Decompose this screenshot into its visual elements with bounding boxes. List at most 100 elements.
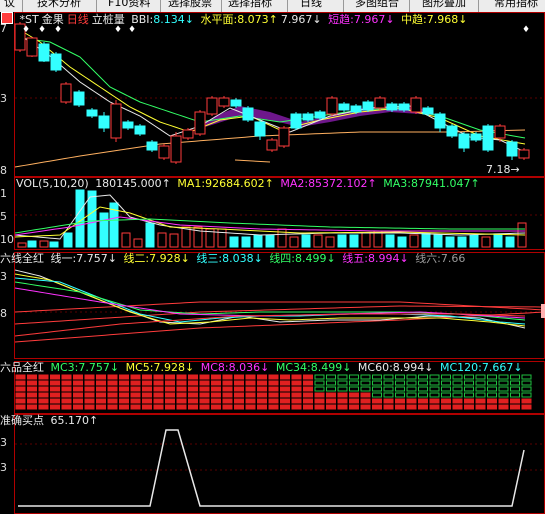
signal-cell — [372, 398, 382, 404]
signal-cell — [107, 392, 118, 398]
volume-bar — [133, 238, 143, 248]
signal-cell — [291, 392, 302, 398]
volume-bar — [49, 241, 59, 248]
signal-cell — [245, 404, 256, 410]
signal-cell — [395, 386, 405, 392]
signal-marker-icon: ♦ — [128, 25, 136, 35]
candle — [410, 97, 422, 113]
signal-cell — [38, 398, 49, 404]
candlestick-panel[interactable]: ♦ ♦ ♦ ♦ ♦ ♦ *ST 金果 日线 立桩量 BBI:8.134↓ 水平面:8.073↑ 7… — [0, 12, 545, 177]
signal-cell — [326, 398, 336, 404]
line5-value: 8.994↓ — [367, 252, 409, 265]
six-line-chart[interactable] — [0, 252, 545, 359]
y-axis-label: 5 — [0, 210, 7, 223]
volume-bar — [457, 236, 467, 248]
signal-cell — [498, 404, 509, 410]
toolbar-item-select-stock[interactable]: 选择股票 — [164, 0, 216, 10]
y-axis-label: 10 — [0, 233, 14, 246]
signal-cell — [107, 380, 118, 386]
short-trend-value: 7.967↓ — [353, 13, 395, 26]
signal-cell — [429, 392, 440, 398]
candle — [218, 97, 230, 107]
signal-cell — [130, 398, 141, 404]
volume-bar — [145, 222, 155, 248]
signal-cell — [268, 404, 279, 410]
volume-bar — [325, 236, 335, 248]
signal-cell — [119, 404, 129, 410]
signal-cell — [245, 380, 256, 386]
toolbar: 议 技术分析 F10资料 选择股票 选择指标 日线 多图组合 图形叠加 常用指标 — [0, 0, 545, 12]
toolbar-item-multi-chart[interactable]: 多图组合 — [351, 0, 403, 10]
signal-cell — [38, 380, 49, 386]
signal-cell — [418, 380, 428, 386]
signal-cell — [291, 374, 302, 380]
signal-cell — [245, 398, 256, 404]
toolbar-divider — [96, 0, 97, 12]
signal-cell — [360, 392, 371, 398]
signal-cell — [406, 386, 417, 392]
signal-cell — [406, 398, 417, 404]
signal-cell — [27, 404, 37, 410]
signal-cell — [441, 386, 451, 392]
signal-cell — [487, 398, 497, 404]
candle — [470, 133, 482, 141]
mc60-label: MC60: — [357, 361, 393, 374]
buy-signal-line — [18, 429, 525, 507]
signal-cell — [268, 398, 279, 404]
mc8-value: 8.036↓ — [228, 361, 270, 374]
candle — [122, 121, 134, 129]
six-line-panel[interactable]: 六线全红 线一:7.757↓ 线二:7.928↓ 线三:8.038↓ 线四:8.… — [0, 252, 545, 359]
signal-cell — [84, 386, 95, 392]
six-product-panel[interactable]: 六品全红 MC3:7.757↓ MC5:7.928↓ MC8:8.036↓ MC… — [0, 361, 545, 414]
signal-cell — [395, 392, 405, 398]
signal-cell — [222, 404, 233, 410]
candle — [60, 83, 72, 103]
signal-cell — [360, 386, 371, 392]
signal-cell — [349, 392, 359, 398]
volume-bar — [349, 234, 359, 248]
signal-cell — [349, 380, 359, 386]
six-line-title: 六线全红 — [0, 252, 44, 265]
candle — [494, 125, 506, 139]
signal-cell — [61, 398, 72, 404]
toolbar-item-f10[interactable]: F10资料 — [104, 0, 154, 10]
signal-cell — [441, 380, 451, 386]
buy-point-panel[interactable]: 准确买点 65.170↑ 3 3 — [0, 414, 545, 514]
indicator-name[interactable]: 立桩量 — [92, 13, 125, 26]
volume-bar — [39, 240, 49, 248]
signal-cell — [234, 404, 244, 410]
toolbar-item-select-indicator[interactable]: 选择指标 — [224, 0, 276, 10]
y-axis-label: 8 — [0, 164, 7, 177]
six-line-header: 六线全红 线一:7.757↓ 线二:7.928↓ 线三:8.038↓ 线四:8.… — [0, 252, 468, 265]
toolbar-item-overlay[interactable]: 图形叠加 — [418, 0, 470, 10]
toolbar-divider — [160, 0, 161, 12]
toolbar-item-tech-analysis[interactable]: 技术分析 — [33, 0, 85, 10]
signal-cell — [15, 404, 26, 410]
volume-bar — [265, 234, 275, 248]
signal-cell — [418, 386, 428, 392]
signal-cell — [326, 392, 336, 398]
signal-cell — [475, 386, 486, 392]
candle — [374, 97, 386, 109]
period-label[interactable]: 日线 — [67, 13, 89, 26]
bbi-label: BBI: — [131, 13, 154, 26]
signal-cell — [268, 380, 279, 386]
signal-cell — [27, 392, 37, 398]
signal-cell — [257, 380, 267, 386]
signal-cell — [326, 380, 336, 386]
buy-point-chart[interactable] — [0, 414, 545, 514]
signal-cell — [84, 374, 95, 380]
toolbar-item-discuss[interactable]: 议 — [0, 0, 19, 10]
volume-bar — [217, 228, 227, 248]
candle — [422, 107, 434, 115]
signal-cell — [165, 374, 175, 380]
candlestick-chart[interactable]: ♦ ♦ ♦ ♦ ♦ ♦ — [0, 12, 545, 177]
toolbar-item-common-indicators[interactable]: 常用指标 — [490, 0, 542, 10]
signal-cell — [429, 386, 440, 392]
signal-marker-icon: ♦ — [22, 25, 30, 35]
signal-cell — [27, 386, 37, 392]
volume-panel[interactable]: VOL(5,10,20) 180145.000↑ MA1:92684.602↑ … — [0, 177, 545, 250]
volume-bar — [493, 234, 503, 248]
toolbar-item-daily[interactable]: 日线 — [296, 0, 326, 10]
line1-value: 7.757↓ — [76, 252, 117, 265]
